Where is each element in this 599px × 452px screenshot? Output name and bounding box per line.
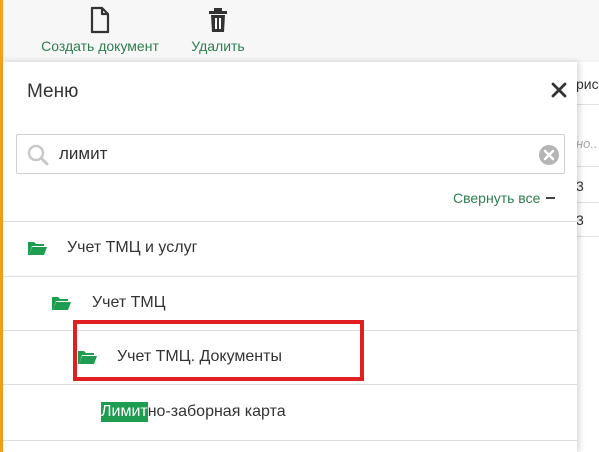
document-icon xyxy=(90,6,110,34)
create-document-label: Создать документ xyxy=(41,38,159,54)
trash-icon xyxy=(209,8,227,32)
search-match-highlight: Лимит xyxy=(101,402,148,422)
tree-item-limit-card[interactable]: Лимитно-заборная карта xyxy=(101,402,286,422)
bg-divider xyxy=(576,104,599,105)
tree-item-label: Учет ТМЦ и услуг xyxy=(67,239,198,256)
tree-item-tmc-documents[interactable]: Учет ТМЦ. Документы xyxy=(3,331,577,385)
bg-cell-filter: но.. xyxy=(576,136,598,151)
bg-cell-value: 3 xyxy=(576,212,584,228)
menu-panel: Меню Свернуть все Учет ТМЦ и услуг Учет … xyxy=(3,62,577,452)
tree-item-label: Учет ТМЦ xyxy=(92,294,166,311)
tree-divider xyxy=(3,440,577,441)
tree-divider xyxy=(3,384,577,385)
bg-divider xyxy=(576,166,599,167)
create-document-button[interactable]: Создать документ xyxy=(33,6,167,54)
collapse-all-label: Свернуть все xyxy=(453,190,541,206)
tree-item-tmc[interactable]: Учет ТМЦ xyxy=(3,277,577,331)
background-table-strip: рис но.. 3 3 xyxy=(575,62,599,452)
tree-item-tmc-and-services[interactable]: Учет ТМЦ и услуг xyxy=(3,222,577,276)
bg-divider xyxy=(576,202,599,203)
close-icon[interactable] xyxy=(549,80,569,100)
delete-button[interactable]: Удалить xyxy=(183,6,253,54)
clear-search-icon[interactable] xyxy=(538,144,560,166)
search-icon xyxy=(27,144,49,166)
open-folder-icon xyxy=(78,351,97,364)
bg-cell-value: 3 xyxy=(576,178,584,194)
open-folder-icon xyxy=(28,242,47,255)
collapse-all-button[interactable]: Свернуть все xyxy=(453,190,556,206)
open-folder-icon xyxy=(52,297,71,310)
bg-cell-header: рис xyxy=(576,76,599,92)
search-box xyxy=(16,134,565,174)
tree-item-label: Учет ТМЦ. Документы xyxy=(117,348,282,365)
tree-item-label-rest: но-заборная карта xyxy=(147,403,286,420)
search-input[interactable] xyxy=(59,140,529,168)
toolbar: Создать документ Удалить xyxy=(3,0,599,60)
delete-label: Удалить xyxy=(191,38,245,54)
menu-title: Меню xyxy=(27,81,79,102)
bg-divider xyxy=(576,236,599,237)
minus-icon xyxy=(546,196,556,199)
